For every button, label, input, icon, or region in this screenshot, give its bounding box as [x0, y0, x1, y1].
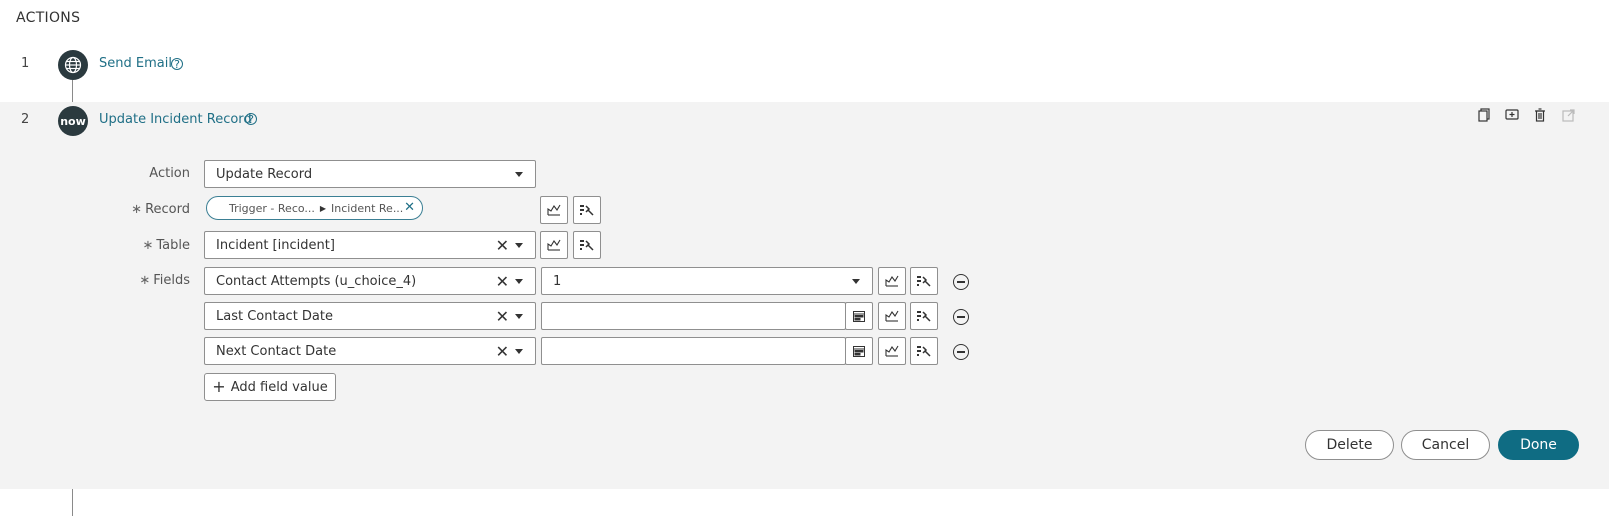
- remove-field-icon[interactable]: [953, 309, 969, 325]
- action-label: Action: [149, 166, 190, 181]
- table-select[interactable]: Incident [incident] ✕: [204, 231, 536, 259]
- field-name-value: Next Contact Date: [216, 343, 337, 359]
- script-icon: [885, 310, 899, 322]
- chevron-down-icon: [515, 314, 523, 319]
- step-1-number: 1: [21, 56, 30, 71]
- field-script-button[interactable]: [878, 267, 906, 295]
- chevron-down-icon: [515, 243, 523, 248]
- fields-label: ∗ Fields: [139, 273, 190, 288]
- timeline-line-top: [72, 80, 73, 102]
- plus-icon: +: [212, 377, 226, 396]
- table-data-pill-picker[interactable]: [573, 231, 601, 259]
- clear-icon[interactable]: ✕: [496, 307, 509, 326]
- trash-icon[interactable]: [1531, 106, 1549, 124]
- help-icon[interactable]: ?: [171, 58, 183, 70]
- now-logo-icon: now: [58, 106, 88, 136]
- section-title: ACTIONS: [16, 10, 81, 26]
- field-date-input[interactable]: [541, 337, 846, 365]
- chevron-down-icon: [852, 279, 860, 284]
- timeline-line-bottom: [72, 489, 73, 516]
- step-2-label[interactable]: Update Incident Record: [99, 112, 252, 127]
- script-icon: [547, 204, 561, 216]
- table-label: ∗ Table: [142, 238, 190, 253]
- field-data-pill-picker[interactable]: [910, 302, 938, 330]
- delete-button[interactable]: Delete: [1305, 430, 1394, 460]
- record-pill-part2: Incident Re...: [331, 201, 404, 215]
- data-pill-picker-icon: [580, 240, 594, 251]
- field-script-button[interactable]: [878, 302, 906, 330]
- step-2-number: 2: [21, 112, 30, 127]
- step-toolbar: [1475, 106, 1577, 124]
- field-value-select[interactable]: 1: [541, 267, 873, 295]
- table-select-value: Incident [incident]: [216, 237, 335, 253]
- close-icon[interactable]: ✕: [404, 200, 415, 215]
- add-comment-icon[interactable]: [1503, 106, 1521, 124]
- chevron-down-icon: [515, 279, 523, 284]
- step-1-label[interactable]: Send Email: [99, 56, 172, 71]
- copy-icon[interactable]: [1475, 106, 1493, 124]
- field-data-pill-picker[interactable]: [910, 337, 938, 365]
- field-name-value: Last Contact Date: [216, 308, 333, 324]
- chevron-down-icon: [515, 349, 523, 354]
- add-field-value-button[interactable]: + Add field value: [204, 373, 336, 401]
- open-external-icon: [1559, 106, 1577, 124]
- record-data-pill-picker[interactable]: [573, 196, 601, 224]
- record-script-button[interactable]: [540, 196, 568, 224]
- field-date-input[interactable]: [541, 302, 846, 330]
- field-name-value: Contact Attempts (u_choice_4): [216, 273, 417, 289]
- clear-icon[interactable]: ✕: [496, 342, 509, 361]
- action-select-value: Update Record: [216, 166, 313, 182]
- globe-icon: [58, 50, 88, 80]
- calendar-button[interactable]: [845, 302, 873, 330]
- field-name-select[interactable]: Contact Attempts (u_choice_4) ✕: [204, 267, 536, 295]
- add-field-value-label: Add field value: [230, 379, 328, 395]
- field-data-pill-picker[interactable]: [910, 267, 938, 295]
- calendar-button[interactable]: [845, 337, 873, 365]
- data-pill-picker-icon: [580, 205, 594, 216]
- script-icon: [885, 345, 899, 357]
- chevron-down-icon: [515, 172, 523, 177]
- data-pill-picker-icon: [917, 346, 931, 357]
- record-pill-part1: Trigger - Reco...: [229, 201, 315, 215]
- script-icon: [547, 239, 561, 251]
- record-pill[interactable]: Trigger - Reco... ▶ Incident Re... ✕: [206, 196, 423, 220]
- field-script-button[interactable]: [878, 337, 906, 365]
- clear-icon[interactable]: ✕: [496, 236, 509, 255]
- cancel-button[interactable]: Cancel: [1401, 430, 1490, 460]
- table-script-button[interactable]: [540, 231, 568, 259]
- field-value: 1: [553, 273, 562, 289]
- remove-field-icon[interactable]: [953, 274, 969, 290]
- calendar-icon: [853, 310, 865, 322]
- done-button[interactable]: Done: [1498, 430, 1579, 460]
- record-label: ∗ Record: [131, 202, 190, 217]
- caret-right-icon: ▶: [319, 203, 327, 213]
- action-select[interactable]: Update Record: [204, 160, 536, 188]
- script-icon: [885, 275, 899, 287]
- calendar-icon: [853, 345, 865, 357]
- field-name-select[interactable]: Last Contact Date ✕: [204, 302, 536, 330]
- data-pill-picker-icon: [917, 276, 931, 287]
- help-icon[interactable]: ?: [245, 113, 257, 125]
- now-logo-text: now: [60, 114, 86, 128]
- data-pill-picker-icon: [917, 311, 931, 322]
- field-name-select[interactable]: Next Contact Date ✕: [204, 337, 536, 365]
- clear-icon[interactable]: ✕: [496, 272, 509, 291]
- remove-field-icon[interactable]: [953, 344, 969, 360]
